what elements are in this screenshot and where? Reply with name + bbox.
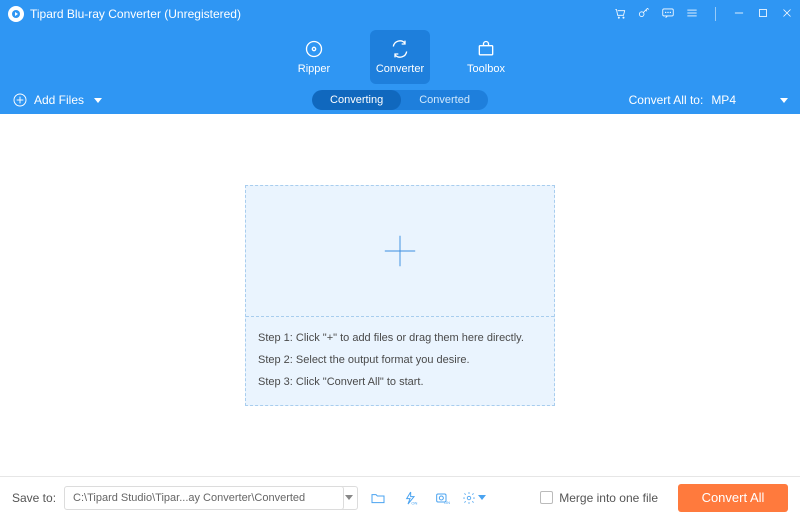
main-area: Step 1: Click "+" to add files or drag t… — [0, 114, 800, 476]
gpu-accel-button[interactable]: ON — [398, 486, 422, 510]
save-path-dropdown[interactable] — [336, 486, 358, 510]
status-tabs: Converting Converted — [312, 90, 488, 110]
merge-label: Merge into one file — [559, 491, 658, 505]
step-1: Step 1: Click "+" to add files or drag t… — [258, 327, 542, 349]
svg-text:ON: ON — [411, 500, 417, 505]
bottom-bar: Save to: C:\Tipard Studio\Tipar...ay Con… — [0, 476, 800, 518]
save-to-label: Save to: — [12, 491, 56, 505]
maximize-button[interactable] — [756, 6, 770, 23]
svg-text:ON: ON — [444, 500, 450, 505]
merge-checkbox[interactable]: Merge into one file — [540, 491, 658, 505]
chevron-down-icon — [780, 98, 788, 103]
convert-all-to-label: Convert All to: — [629, 93, 704, 107]
window-title: Tipard Blu-ray Converter (Unregistered) — [30, 7, 241, 21]
nav-toolbox-label: Toolbox — [467, 63, 505, 75]
nav-ripper[interactable]: Ripper — [284, 30, 344, 84]
checkbox-box — [540, 491, 553, 504]
nav-toolbox[interactable]: Toolbox — [456, 30, 516, 84]
convert-all-button[interactable]: Convert All — [678, 484, 788, 512]
app-logo — [8, 6, 24, 22]
instructions: Step 1: Click "+" to add files or drag t… — [246, 317, 554, 405]
output-format-value: MP4 — [711, 93, 736, 107]
close-button[interactable] — [780, 6, 794, 23]
output-format-select[interactable]: MP4 — [711, 93, 788, 107]
save-path-field[interactable]: C:\Tipard Studio\Tipar...ay Converter\Co… — [64, 486, 344, 510]
settings-button[interactable] — [462, 486, 486, 510]
menu-icon[interactable] — [685, 6, 699, 23]
save-path-value: C:\Tipard Studio\Tipar...ay Converter\Co… — [73, 492, 305, 504]
add-files-button[interactable]: Add Files — [12, 92, 102, 108]
minimize-button[interactable] — [732, 6, 746, 23]
drop-zone: Step 1: Click "+" to add files or drag t… — [245, 185, 555, 406]
main-nav: Ripper Converter Toolbox — [0, 28, 800, 86]
tab-converting[interactable]: Converting — [312, 90, 401, 110]
cart-icon[interactable] — [613, 6, 627, 23]
tab-converted[interactable]: Converted — [401, 90, 488, 110]
high-speed-button[interactable]: ON — [430, 486, 454, 510]
add-files-dropzone[interactable] — [246, 186, 554, 316]
feedback-icon[interactable] — [661, 6, 675, 23]
add-files-label: Add Files — [34, 93, 84, 107]
nav-converter-label: Converter — [376, 63, 424, 75]
nav-ripper-label: Ripper — [298, 63, 330, 75]
open-folder-button[interactable] — [366, 486, 390, 510]
plus-icon — [381, 232, 419, 270]
step-2: Step 2: Select the output format you des… — [258, 349, 542, 371]
nav-converter[interactable]: Converter — [370, 30, 430, 84]
key-icon[interactable] — [637, 6, 651, 23]
titlebar: Tipard Blu-ray Converter (Unregistered) — [0, 0, 800, 28]
sub-toolbar: Add Files Converting Converted Convert A… — [0, 86, 800, 114]
step-3: Step 3: Click "Convert All" to start. — [258, 371, 542, 393]
chevron-down-icon — [94, 98, 102, 103]
